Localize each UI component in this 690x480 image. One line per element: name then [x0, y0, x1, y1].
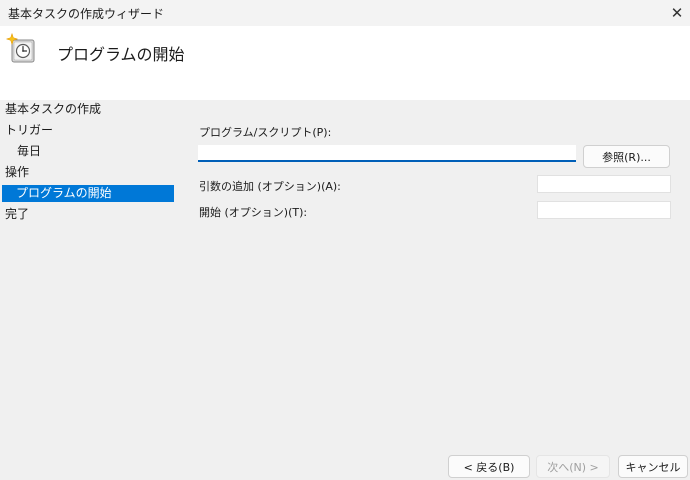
- start-in-input[interactable]: [537, 201, 671, 219]
- program-script-label: プログラム/スクリプト(P):: [199, 126, 332, 139]
- next-button[interactable]: 次へ(N) >: [536, 455, 610, 478]
- close-button[interactable]: ✕: [664, 0, 690, 26]
- program-script-input[interactable]: [198, 145, 576, 162]
- wizard-header: プログラムの開始: [0, 26, 690, 100]
- arguments-input[interactable]: [537, 175, 671, 193]
- start-in-label: 開始 (オプション)(T):: [199, 206, 308, 219]
- close-icon: ✕: [670, 4, 684, 22]
- browse-button[interactable]: 参照(R)...: [583, 145, 670, 168]
- step-action[interactable]: 操作: [5, 164, 29, 181]
- cancel-button[interactable]: キャンセル: [618, 455, 688, 478]
- back-button[interactable]: < 戻る(B): [448, 455, 530, 478]
- step-start-program[interactable]: プログラムの開始: [2, 185, 174, 202]
- wizard-steps-nav: 基本タスクの作成 トリガー 毎日 操作 プログラムの開始 完了: [0, 100, 180, 240]
- task-scheduler-clock-icon: [5, 32, 38, 65]
- step-daily[interactable]: 毎日: [17, 143, 41, 160]
- title-bar: 基本タスクの作成ウィザード ✕: [0, 0, 690, 26]
- window-title: 基本タスクの作成ウィザード: [8, 7, 165, 21]
- arguments-label: 引数の追加 (オプション)(A):: [199, 180, 341, 193]
- step-create-basic-task[interactable]: 基本タスクの作成: [5, 101, 101, 118]
- step-trigger[interactable]: トリガー: [5, 122, 53, 139]
- page-title: プログラムの開始: [57, 45, 185, 64]
- step-finish[interactable]: 完了: [5, 206, 29, 223]
